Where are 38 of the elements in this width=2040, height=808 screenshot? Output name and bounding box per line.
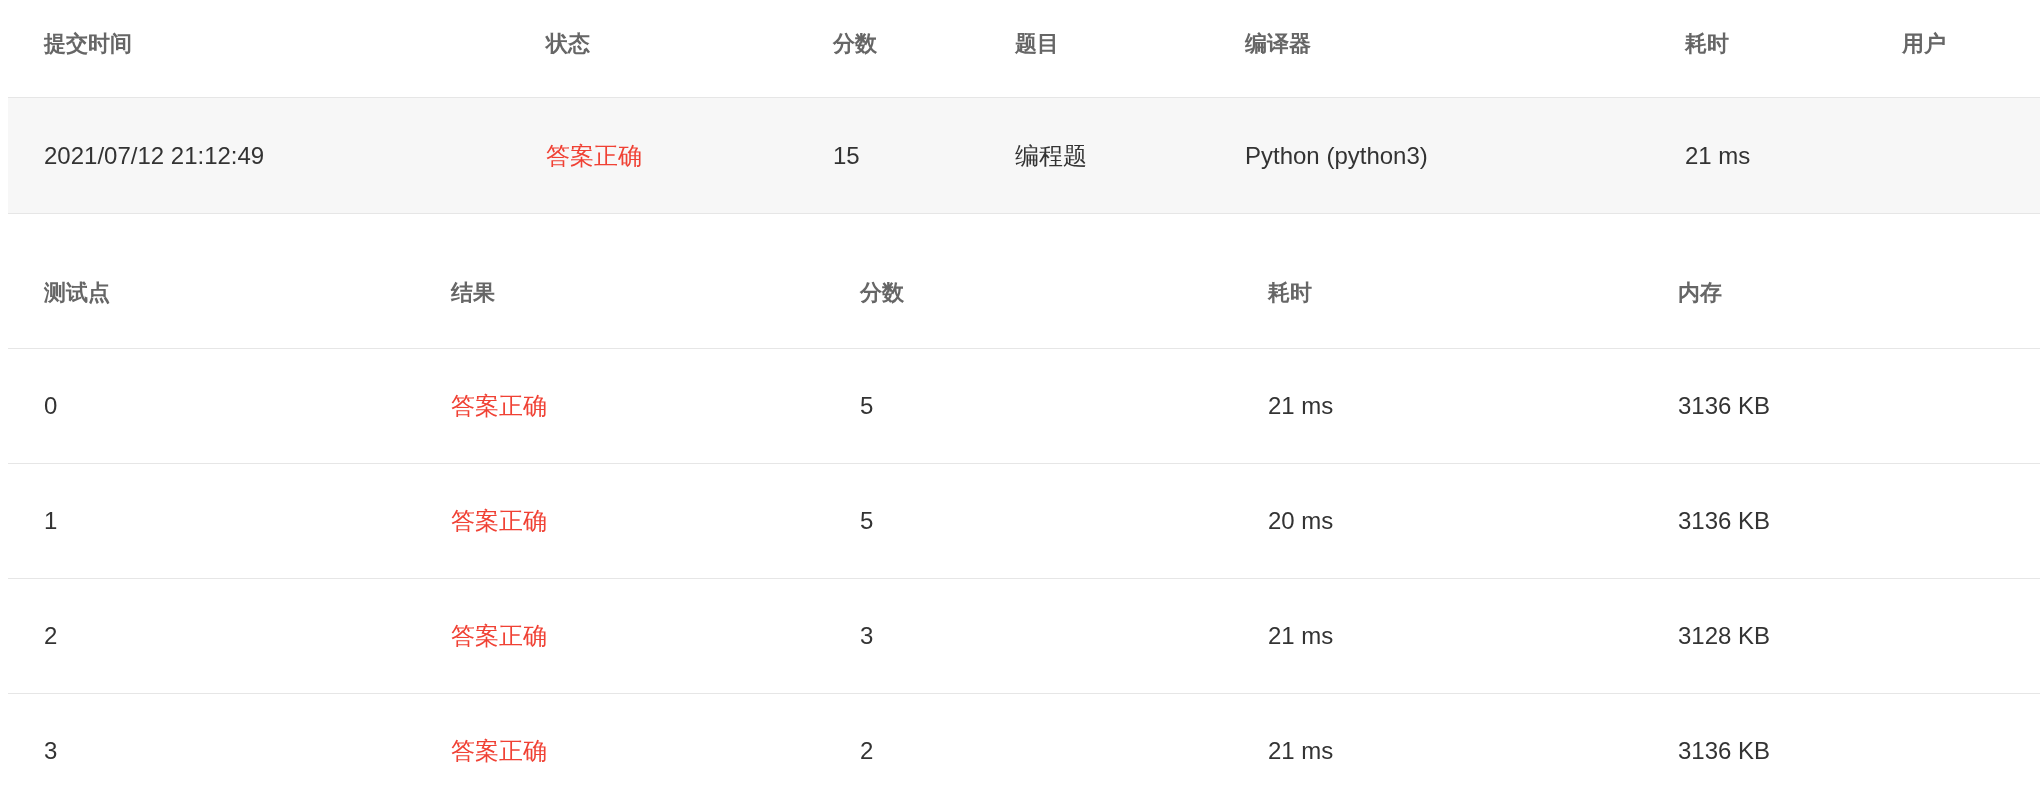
table-cell: 15 (833, 141, 860, 170)
table-cell: 0 (44, 392, 58, 420)
column-header: 内存 (1678, 279, 1722, 307)
table-cell: 5 (860, 392, 874, 420)
column-header: 测试点 (44, 279, 110, 307)
table-cell: 5 (860, 507, 874, 535)
table-cell: 2021/07/12 21:12:49 (44, 141, 265, 170)
column-header: 提交时间 (44, 29, 132, 58)
table-cell: 1 (44, 507, 58, 535)
status-text: 答案正确 (546, 140, 642, 171)
column-header: 耗时 (1685, 29, 1729, 58)
table-cell: 3 (44, 737, 58, 765)
result-text: 答案正确 (451, 506, 547, 536)
table-cell: 21 ms (1268, 622, 1334, 650)
result-text: 答案正确 (451, 736, 547, 766)
column-header: 状态 (546, 29, 590, 58)
table-cell: 3 (860, 622, 874, 650)
table-cell: 2 (860, 737, 874, 765)
column-header: 题目 (1015, 29, 1059, 58)
column-header: 耗时 (1268, 279, 1312, 307)
table-cell: 21 ms (1268, 392, 1334, 420)
column-header: 编译器 (1245, 29, 1311, 58)
column-header: 用户 (1902, 29, 1946, 58)
table-cell: Python (python3) (1245, 141, 1428, 170)
table-cell: 3136 KB (1678, 507, 1771, 535)
result-text: 答案正确 (451, 621, 547, 651)
table-cell-text: 编程题 (1015, 140, 1087, 171)
table-cell: 20 ms (1268, 507, 1334, 535)
table-cell: 3136 KB (1678, 737, 1771, 765)
table-cell: 21 ms (1268, 737, 1334, 765)
table-cell: 3136 KB (1678, 392, 1771, 420)
column-header: 结果 (451, 279, 495, 307)
table-cell: 2 (44, 622, 58, 650)
column-header: 分数 (860, 279, 904, 307)
table-cell: 3128 KB (1678, 622, 1771, 650)
column-header: 分数 (833, 29, 877, 58)
table-cell: 21 ms (1685, 141, 1751, 170)
result-text: 答案正确 (451, 391, 547, 421)
